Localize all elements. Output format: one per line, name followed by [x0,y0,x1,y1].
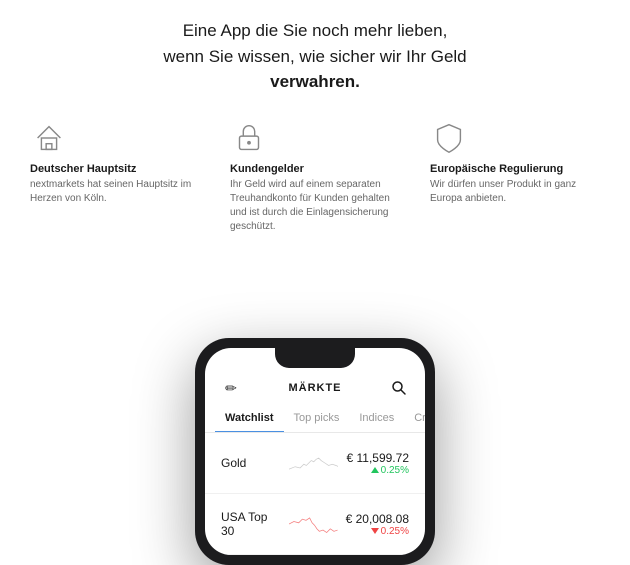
feature-eu-regulation-desc: Wir dürfen unser Produkt in ganz Europa … [430,178,600,206]
feature-customer-funds-desc: Ihr Geld wird auf einem separaten Treuha… [230,178,400,234]
phone-screen: ✏ MÄRKTE Watchlist Top pick [205,348,425,555]
gold-chart [289,445,338,481]
phone-mockup: ✏ MÄRKTE Watchlist Top pick [195,338,435,565]
app-header: ✏ MÄRKTE [205,368,425,404]
up-arrow-icon [371,467,379,473]
edit-icon[interactable]: ✏ [221,378,241,398]
usa-top30-price: € 20,008.08 [346,512,409,526]
feature-headquarters-desc: nextmarkets hat seinen Hauptsitz im Herz… [30,178,200,206]
feature-headquarters-title: Deutscher Hauptsitz [30,163,136,175]
market-tabs: Watchlist Top picks Indices Crypt [205,404,425,433]
search-icon[interactable] [389,378,409,398]
tab-indices[interactable]: Indices [349,404,404,432]
house-icon [30,119,68,157]
gold-price-block: € 11,599.72 0.25% [346,451,409,476]
lock-icon [230,119,268,157]
tab-top-picks[interactable]: Top picks [284,404,350,432]
gold-price: € 11,599.72 [346,451,409,465]
feature-headquarters: Deutscher Hauptsitz nextmarkets hat sein… [30,119,200,234]
hero-section: Eine App die Sie noch mehr lieben, wenn … [0,0,630,109]
usa-top30-chart [289,506,338,542]
feature-customer-funds-title: Kundengelder [230,163,304,175]
tab-watchlist[interactable]: Watchlist [215,404,284,432]
hero-line3: verwahren. [270,72,360,91]
hero-line2: wenn Sie wissen, wie sicher wir Ihr Geld [163,47,466,66]
app-header-title: MÄRKTE [241,382,389,394]
market-item-usa-top-30[interactable]: USA Top 30 € 20,008.08 0.25% [205,494,425,555]
phone-notch [275,348,355,368]
feature-eu-regulation-title: Europäische Regulierung [430,163,563,175]
features-section: Deutscher Hauptsitz nextmarkets hat sein… [0,109,630,234]
usa-top30-name: USA Top 30 [221,510,281,538]
market-item-gold[interactable]: Gold € 11,599.72 0.25% [205,433,425,494]
usa-top30-price-block: € 20,008.08 0.25% [346,512,409,537]
tab-crypto[interactable]: Crypt [404,404,425,432]
down-arrow-icon [371,528,379,534]
phone-outer: ✏ MÄRKTE Watchlist Top pick [195,338,435,565]
gold-change: 0.25% [346,465,409,476]
hero-line1: Eine App die Sie noch mehr lieben, [183,21,448,40]
gold-name: Gold [221,456,281,470]
feature-eu-regulation: Europäische Regulierung Wir dürfen unser… [430,119,600,234]
shield-icon [430,119,468,157]
feature-customer-funds: Kundengelder Ihr Geld wird auf einem sep… [230,119,400,234]
app-content: ✏ MÄRKTE Watchlist Top pick [205,368,425,555]
